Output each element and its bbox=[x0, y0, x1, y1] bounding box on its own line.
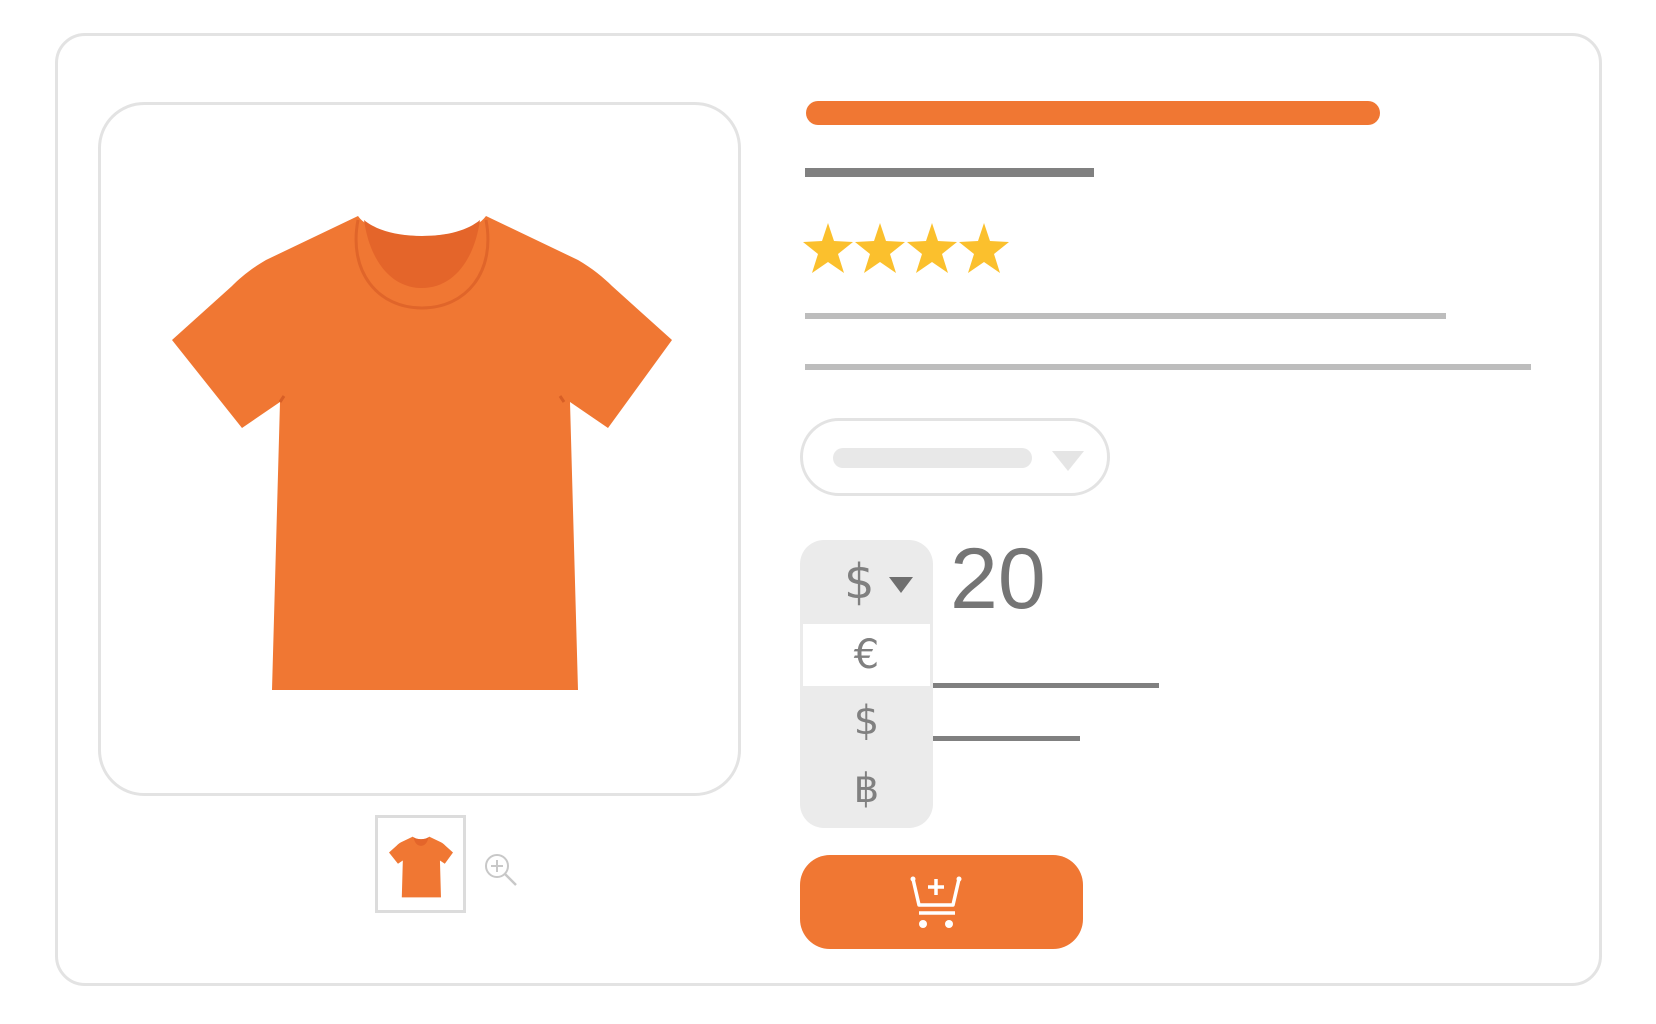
thumbnail-tshirt[interactable] bbox=[375, 815, 466, 913]
zoom-in-icon[interactable] bbox=[483, 852, 519, 888]
add-to-cart-button[interactable] bbox=[800, 855, 1083, 949]
chevron-down-icon bbox=[889, 577, 913, 593]
currency-selected[interactable]: $ bbox=[800, 540, 933, 624]
star-icon bbox=[959, 223, 1009, 273]
star-icon bbox=[803, 223, 853, 273]
info-line bbox=[933, 736, 1080, 741]
rating-stars bbox=[802, 221, 1010, 275]
tshirt-icon bbox=[389, 836, 453, 898]
price-value: 20 bbox=[950, 531, 1046, 627]
currency-option-dollar[interactable]: $ bbox=[803, 690, 930, 752]
tshirt-icon bbox=[172, 216, 672, 690]
description-line bbox=[805, 313, 1446, 319]
currency-dropdown[interactable]: $ € $ ฿ bbox=[800, 540, 933, 828]
info-line bbox=[933, 683, 1159, 688]
add-to-cart-icon bbox=[910, 876, 962, 928]
description-line bbox=[805, 364, 1531, 370]
currency-option-euro[interactable]: € bbox=[803, 624, 930, 686]
star-icon bbox=[855, 223, 905, 273]
select-placeholder bbox=[833, 448, 1032, 468]
product-title-placeholder bbox=[806, 101, 1380, 125]
currency-selected-symbol: $ bbox=[844, 554, 875, 610]
star-icon bbox=[907, 223, 957, 273]
currency-option-baht[interactable]: ฿ bbox=[803, 758, 930, 820]
product-subtitle-placeholder bbox=[805, 168, 1094, 177]
chevron-down-icon bbox=[1052, 451, 1084, 471]
size-select[interactable] bbox=[800, 418, 1110, 496]
